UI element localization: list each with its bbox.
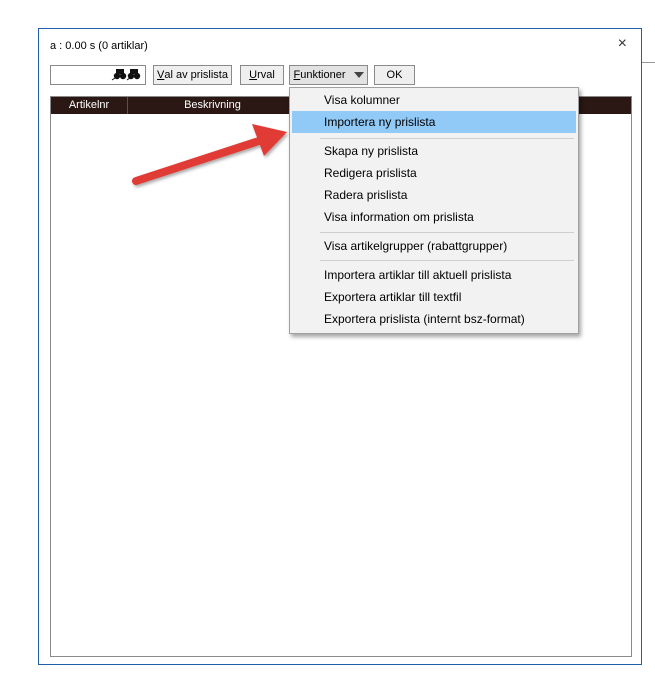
annotation-arrow-icon <box>132 124 287 185</box>
